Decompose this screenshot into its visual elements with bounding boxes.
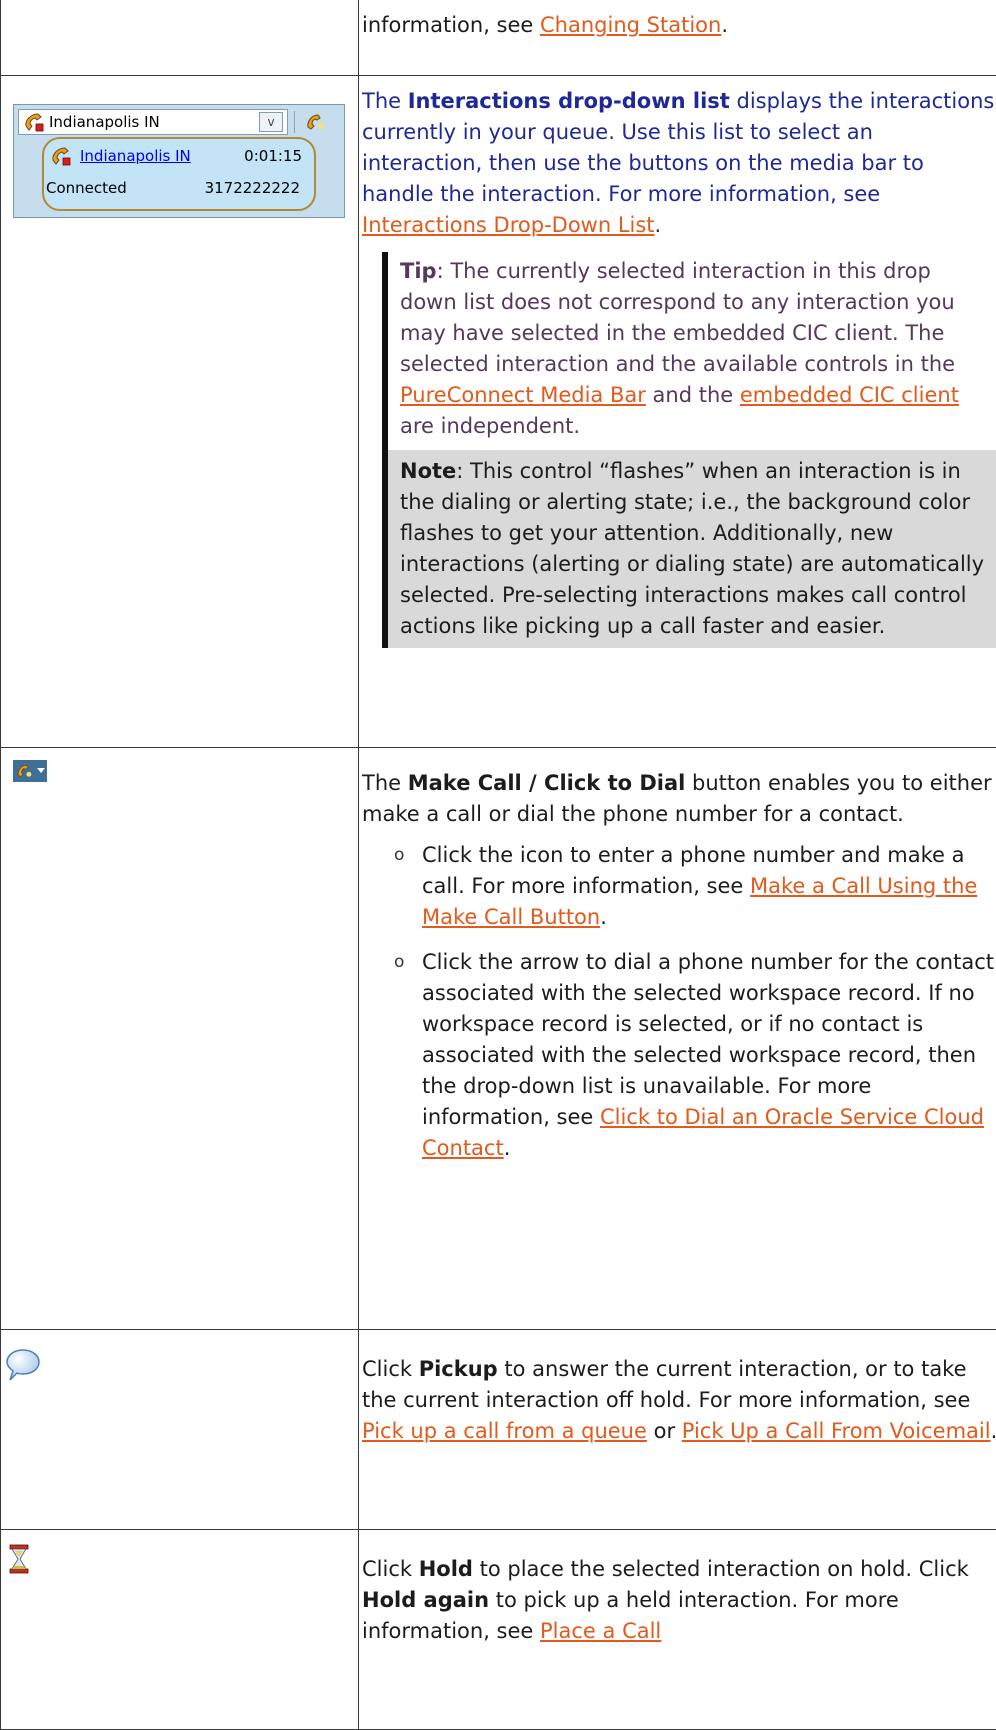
chevron-down-icon[interactable]: v — [259, 112, 283, 132]
tip-text: and the — [646, 383, 740, 407]
desc-text: The — [362, 771, 408, 795]
list-text: . — [504, 1136, 511, 1160]
place-call-on-hold-link[interactable]: Place a Call — [540, 1619, 661, 1643]
tip-text: : The currently selected interaction in … — [400, 259, 955, 376]
changing-station-link[interactable]: Changing Station — [540, 13, 721, 37]
desc-text: . — [655, 213, 662, 237]
hourglass-icon — [9, 1544, 29, 1574]
interaction-state: Connected — [46, 179, 127, 197]
image-cell — [1, 1529, 359, 1729]
toolbar-divider — [294, 111, 295, 133]
interactions-dropdown-link[interactable]: Interactions Drop-Down List — [362, 213, 655, 237]
station-period: . — [721, 13, 728, 37]
table-row: Click Hold to place the selected interac… — [1, 1529, 996, 1729]
station-text: information, see — [362, 13, 540, 37]
table-row: The Make Call / Click to Dial button ena… — [1, 747, 996, 1329]
desc-text: Click — [362, 1557, 419, 1581]
desc-bold: Hold again — [362, 1588, 489, 1612]
desc-text: or — [647, 1419, 682, 1443]
pickup-from-voicemail-link[interactable]: Pick Up a Call From Voicemail — [682, 1419, 991, 1443]
image-cell — [1, 1329, 359, 1529]
desc-bold: Pickup — [419, 1357, 498, 1381]
phone-icon — [50, 145, 72, 167]
make-call-button-wrap — [1, 748, 358, 808]
make-call-button[interactable] — [13, 760, 47, 782]
list-item: Click the icon to enter a phone number a… — [362, 840, 996, 933]
image-cell: Indianapolis IN v Indianapolis IN 0:01:1… — [1, 75, 359, 747]
desc-text: to place the selected interaction on hol… — [473, 1557, 969, 1581]
interactions-dropdown[interactable]: Indianapolis IN v — [18, 109, 288, 135]
interactions-dropdown-screenshot: Indianapolis IN v Indianapolis IN 0:01:1… — [13, 104, 345, 218]
chevron-down-icon — [37, 768, 45, 774]
pickup-description: Click Pickup to answer the current inter… — [362, 1354, 996, 1447]
interaction-number: 3172222222 — [205, 179, 300, 197]
desc-bold: Interactions drop-down list — [408, 89, 730, 113]
desc-text: The — [362, 89, 408, 113]
pickup-from-queue-link[interactable]: Pick up a call from a queue — [362, 1419, 647, 1443]
interaction-name-link[interactable]: Indianapolis IN — [80, 147, 191, 165]
table-row: Indianapolis IN v Indianapolis IN 0:01:1… — [1, 75, 996, 747]
table-row: information, see Changing Station. — [1, 0, 996, 75]
text-cell: Click Pickup to answer the current inter… — [359, 1329, 996, 1529]
interaction-timer: 0:01:15 — [244, 147, 302, 165]
desc-text: . — [991, 1419, 996, 1443]
note-box: Note: This control “flashes” when an int… — [382, 450, 996, 648]
media-bar-reference-table: information, see Changing Station. India… — [0, 0, 996, 1730]
tip-text: are independent. — [400, 414, 580, 438]
make-call-options-list: Click the icon to enter a phone number a… — [362, 840, 996, 1164]
image-cell — [1, 0, 359, 75]
list-text: . — [600, 905, 607, 929]
note-label: Note — [400, 459, 456, 483]
text-cell: information, see Changing Station. — [359, 0, 996, 75]
text-cell: Click Hold to place the selected interac… — [359, 1529, 996, 1729]
desc-bold: Make Call / Click to Dial — [408, 771, 686, 795]
image-cell — [1, 747, 359, 1329]
hold-description: Click Hold to place the selected interac… — [362, 1554, 996, 1647]
make-call-icon[interactable] — [304, 111, 326, 133]
make-call-description: The Make Call / Click to Dial button ena… — [362, 768, 996, 830]
text-cell: The Interactions drop-down list displays… — [359, 75, 996, 747]
tip-box: Tip: The currently selected interaction … — [382, 252, 996, 450]
speech-bubble-icon — [5, 1348, 41, 1382]
phone-icon — [23, 111, 45, 133]
make-call-icon — [15, 762, 33, 780]
interactions-description: The Interactions drop-down list displays… — [362, 86, 996, 241]
tip-label: Tip — [400, 259, 437, 283]
table-row: Click Pickup to answer the current inter… — [1, 1329, 996, 1529]
interaction-card[interactable]: Indianapolis IN 0:01:15 Connected 317222… — [42, 137, 316, 211]
list-text: Click the arrow to dial a phone number f… — [422, 950, 994, 1129]
embedded-cic-client-link[interactable]: embedded CIC client — [740, 383, 959, 407]
note-text: : This control “flashes” when an interac… — [400, 459, 984, 638]
desc-text: Click — [362, 1357, 419, 1381]
pureconnect-media-bar-link[interactable]: PureConnect Media Bar — [400, 383, 646, 407]
list-item: Click the arrow to dial a phone number f… — [362, 947, 996, 1164]
text-cell: The Make Call / Click to Dial button ena… — [359, 747, 996, 1329]
dropdown-value: Indianapolis IN — [49, 113, 160, 131]
desc-bold: Hold — [419, 1557, 473, 1581]
